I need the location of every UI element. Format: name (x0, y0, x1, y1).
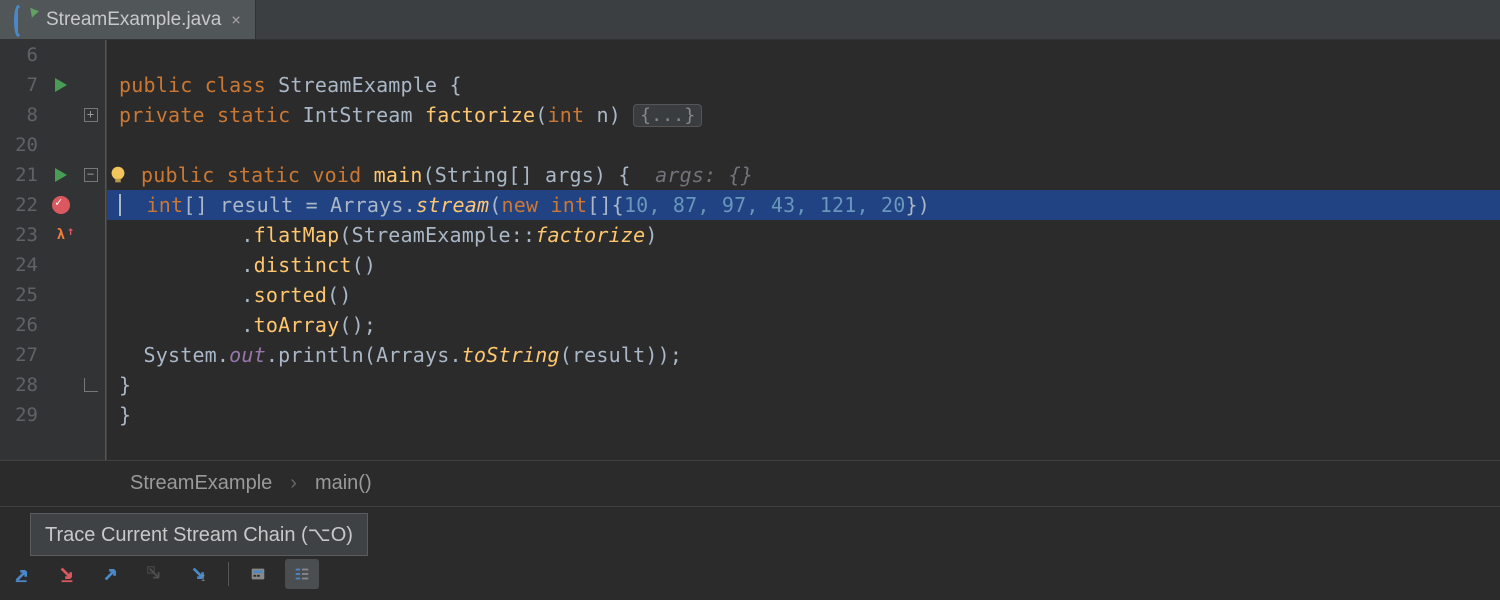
fold-blank (76, 340, 105, 370)
code-line: .flatMap(StreamExample::factorize) (107, 220, 1500, 250)
debug-toolbar: I (6, 554, 319, 594)
code-line (107, 40, 1500, 70)
line-number: 28 (0, 370, 46, 400)
gutter-blank (46, 100, 76, 130)
breakpoint-icon[interactable] (46, 190, 76, 220)
code-line: private static IntStream factorize(int n… (107, 100, 1500, 130)
fold-blank (76, 250, 105, 280)
gutter-icons: λ (46, 40, 76, 460)
fold-column: +− (76, 40, 106, 460)
fold-blank (76, 400, 105, 430)
java-class-icon (14, 9, 36, 31)
code-line: .toArray(); (107, 310, 1500, 340)
code-line-current: int[] result = Arrays.stream(new int[]{1… (107, 190, 1500, 220)
fold-blank (76, 190, 105, 220)
fold-toggle-icon[interactable]: − (76, 160, 105, 190)
code-line: } (107, 400, 1500, 430)
run-gutter-icon[interactable] (46, 70, 76, 100)
breadcrumb-method[interactable]: main() (315, 472, 372, 495)
trace-stream-chain-button[interactable] (285, 559, 319, 589)
tab-filename: StreamExample.java (46, 9, 221, 31)
code-editor: 67820212223242526272829 λ +− public clas… (0, 40, 1500, 460)
step-out-button[interactable]: I (182, 559, 216, 589)
code-line: .distinct() (107, 250, 1500, 280)
intention-bulb-icon[interactable] (107, 164, 129, 186)
caret (119, 194, 121, 216)
line-numbers: 67820212223242526272829 (0, 40, 46, 460)
fold-blank (76, 220, 105, 250)
step-into-button[interactable] (94, 559, 128, 589)
line-number: 25 (0, 280, 46, 310)
fold-blank (76, 310, 105, 340)
run-gutter-icon[interactable] (46, 160, 76, 190)
editor-tabs: StreamExample.java × (0, 0, 1500, 40)
line-number: 21 (0, 160, 46, 190)
gutter-blank (46, 280, 76, 310)
line-number: 6 (0, 40, 46, 70)
folded-region[interactable]: {...} (633, 104, 702, 127)
lambda-gutter-icon[interactable]: λ (46, 220, 76, 250)
fold-toggle-icon[interactable]: + (76, 100, 105, 130)
gutter-blank (46, 40, 76, 70)
line-number: 7 (0, 70, 46, 100)
gutter-blank (46, 130, 76, 160)
code-line: public class StreamExample { (107, 70, 1500, 100)
line-number: 29 (0, 400, 46, 430)
debug-panel: Trace Current Stream Chain (⌥O) I (0, 506, 1500, 600)
line-number: 20 (0, 130, 46, 160)
code-line: } (107, 370, 1500, 400)
gutter-blank (46, 400, 76, 430)
code-line (107, 130, 1500, 160)
toolbar-separator (228, 562, 229, 586)
line-number: 8 (0, 100, 46, 130)
fold-blank (76, 40, 105, 70)
fold-blank (76, 130, 105, 160)
fold-toggle-icon[interactable] (76, 370, 105, 400)
line-number: 24 (0, 250, 46, 280)
line-number: 23 (0, 220, 46, 250)
line-number: 26 (0, 310, 46, 340)
gutter-blank (46, 310, 76, 340)
fold-blank (76, 70, 105, 100)
breadcrumb-separator-icon: › (290, 472, 297, 495)
evaluate-expression-button[interactable] (241, 559, 275, 589)
gutter-blank (46, 370, 76, 400)
step-over-button[interactable] (50, 559, 84, 589)
gutter-blank (46, 250, 76, 280)
force-step-into-button (138, 559, 172, 589)
line-number: 22 (0, 190, 46, 220)
breadcrumb-class[interactable]: StreamExample (130, 472, 272, 495)
close-tab-icon[interactable]: × (231, 10, 241, 29)
inlay-hint: args: {} (655, 163, 753, 187)
code-line: public static void main(String[] args) {… (107, 160, 1500, 190)
code-line: .sorted() (107, 280, 1500, 310)
code-area[interactable]: public class StreamExample { private sta… (107, 40, 1500, 460)
show-execution-point-button[interactable] (6, 559, 40, 589)
tooltip: Trace Current Stream Chain (⌥O) (30, 513, 368, 556)
gutter-blank (46, 340, 76, 370)
fold-blank (76, 280, 105, 310)
gutter: 67820212223242526272829 λ +− (0, 40, 107, 460)
svg-text:I: I (201, 573, 206, 583)
breadcrumb: StreamExample › main() (0, 460, 1500, 506)
file-tab[interactable]: StreamExample.java × (0, 0, 256, 39)
code-line: System.out.println(Arrays.toString(resul… (107, 340, 1500, 370)
line-number: 27 (0, 340, 46, 370)
